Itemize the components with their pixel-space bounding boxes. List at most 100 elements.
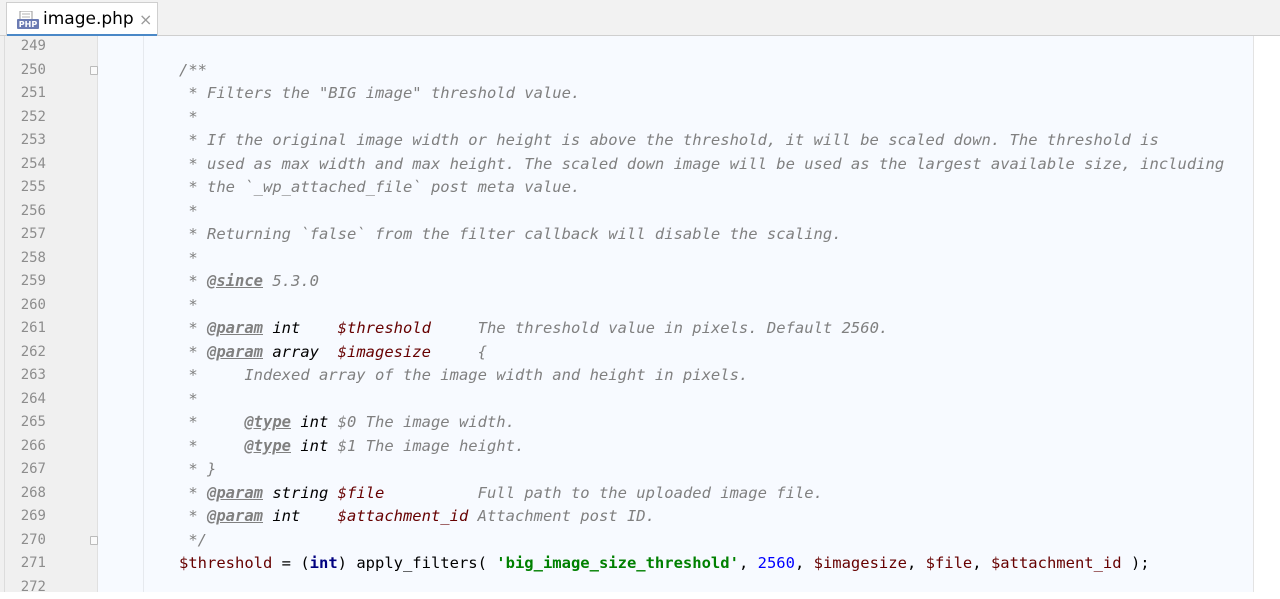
php-file-icon: PHP xyxy=(17,11,39,29)
docblock-line: * @type int $0 The image width. xyxy=(179,411,515,435)
doc-tag: @since xyxy=(207,272,263,290)
doc-variable: $file xyxy=(338,484,385,502)
fold-marker-icon[interactable] xyxy=(90,536,98,545)
line-number: 252 xyxy=(0,106,46,130)
comment-star: * xyxy=(179,413,244,431)
docblock-line: * @param int $attachment_id Attachment p… xyxy=(179,505,655,529)
line-number: 250 xyxy=(0,59,46,83)
tab-image-php[interactable]: PHP image.php × xyxy=(6,2,158,36)
comment-text: 5.3.0 xyxy=(263,272,319,290)
line-number: 266 xyxy=(0,435,46,459)
code-line: 264 * xyxy=(0,388,1280,412)
code-line: 271 $threshold = (int) apply_filters( 'b… xyxy=(0,552,1280,576)
comment-text: * xyxy=(179,247,198,271)
code-line: 258 * xyxy=(0,247,1280,271)
docblock-line: * @param string $file Full path to the u… xyxy=(179,482,823,506)
comment-text: $0 The image width. xyxy=(328,413,515,431)
doc-variable: $threshold xyxy=(338,319,431,337)
code-punct: , xyxy=(795,554,814,572)
code-line: 261 * @param int $threshold The threshol… xyxy=(0,317,1280,341)
comment-text: * the `_wp_attached_file` post meta valu… xyxy=(179,176,580,200)
comment-star: * xyxy=(179,272,207,290)
code-line: 249 xyxy=(0,35,1280,59)
line-number: 261 xyxy=(0,317,46,341)
comment-text: Full path to the uploaded image file. xyxy=(384,484,823,502)
doc-tag: @param xyxy=(207,343,263,361)
comment-text: The threshold value in pixels. Default 2… xyxy=(431,319,888,337)
line-number: 249 xyxy=(0,35,46,59)
code-line: 252 * xyxy=(0,106,1280,130)
doc-type: int xyxy=(263,507,338,525)
comment-text: * used as max width and max height. The … xyxy=(179,153,1224,177)
code-line: 267 * } xyxy=(0,458,1280,482)
code-punct: , xyxy=(739,554,758,572)
variable-attachment-id: $attachment_id xyxy=(991,554,1122,572)
code-punct: ); xyxy=(1122,554,1150,572)
code-line: 260 * xyxy=(0,294,1280,318)
code-line: 256 * xyxy=(0,200,1280,224)
variable-threshold: $threshold xyxy=(179,554,272,572)
line-number: 257 xyxy=(0,223,46,247)
keyword-int: int xyxy=(310,554,338,572)
variable-imagesize: $imagesize xyxy=(814,554,907,572)
number-literal: 2560 xyxy=(758,554,795,572)
line-number: 251 xyxy=(0,82,46,106)
line-number: 262 xyxy=(0,341,46,365)
comment-text: Attachment post ID. xyxy=(468,507,655,525)
doc-tag: @type xyxy=(244,437,291,455)
php-statement: $threshold = (int) apply_filters( 'big_i… xyxy=(179,552,1150,576)
line-number: 253 xyxy=(0,129,46,153)
doc-type: int xyxy=(291,413,328,431)
line-number: 256 xyxy=(0,200,46,224)
line-number: 260 xyxy=(0,294,46,318)
docblock-line: * @type int $1 The image height. xyxy=(179,435,524,459)
doc-variable: $attachment_id xyxy=(338,507,469,525)
doc-tag: @type xyxy=(244,413,291,431)
comment-star: * xyxy=(179,507,207,525)
comment-text: * xyxy=(179,200,198,224)
comment-star: * xyxy=(179,319,207,337)
doc-type: int xyxy=(291,437,328,455)
code-line: 263 * Indexed array of the image width a… xyxy=(0,364,1280,388)
doc-type: int xyxy=(263,319,338,337)
code-line: 270 */ xyxy=(0,529,1280,553)
line-number: 268 xyxy=(0,482,46,506)
close-tab-icon[interactable]: × xyxy=(139,10,152,29)
line-number: 271 xyxy=(0,552,46,576)
line-number: 264 xyxy=(0,388,46,412)
doc-tag: @param xyxy=(207,319,263,337)
doc-tag: @param xyxy=(207,507,263,525)
string-literal: 'big_image_size_threshold' xyxy=(496,554,739,572)
code-punct: , xyxy=(972,554,991,572)
fold-marker-icon[interactable] xyxy=(90,66,98,75)
comment-text: * If the original image width or height … xyxy=(179,129,1159,153)
line-number: 259 xyxy=(0,270,46,294)
code-line: 262 * @param array $imagesize { xyxy=(0,341,1280,365)
code-line: 250 /** xyxy=(0,59,1280,83)
code-line: 254 * used as max width and max height. … xyxy=(0,153,1280,177)
comment-text: * xyxy=(179,294,198,318)
line-number: 258 xyxy=(0,247,46,271)
comment-text: * Returning `false` from the filter call… xyxy=(179,223,842,247)
comment-text: * xyxy=(179,106,198,130)
doc-variable: $imagesize xyxy=(338,343,431,361)
code-line: 266 * @type int $1 The image height. xyxy=(0,435,1280,459)
doc-tag: @param xyxy=(207,484,263,502)
doc-type: array xyxy=(263,343,338,361)
comment-star: * xyxy=(179,437,244,455)
line-number: 254 xyxy=(0,153,46,177)
code-line: 251 * Filters the "BIG image" threshold … xyxy=(0,82,1280,106)
comment-text: * } xyxy=(179,458,216,482)
code-editor[interactable]: 249 250 /** 251 * Filters the "BIG image… xyxy=(0,36,1280,592)
comment-text: * Indexed array of the image width and h… xyxy=(179,364,748,388)
comment-text: { xyxy=(431,343,487,361)
line-number: 265 xyxy=(0,411,46,435)
svg-text:PHP: PHP xyxy=(19,20,38,29)
code-line: 272 xyxy=(0,576,1280,599)
comment-text: $1 The image height. xyxy=(328,437,524,455)
line-number: 267 xyxy=(0,458,46,482)
function-call: ) apply_filters( xyxy=(338,554,497,572)
code-line: 268 * @param string $file Full path to t… xyxy=(0,482,1280,506)
comment-text: */ xyxy=(179,529,207,553)
code-line: 253 * If the original image width or hei… xyxy=(0,129,1280,153)
